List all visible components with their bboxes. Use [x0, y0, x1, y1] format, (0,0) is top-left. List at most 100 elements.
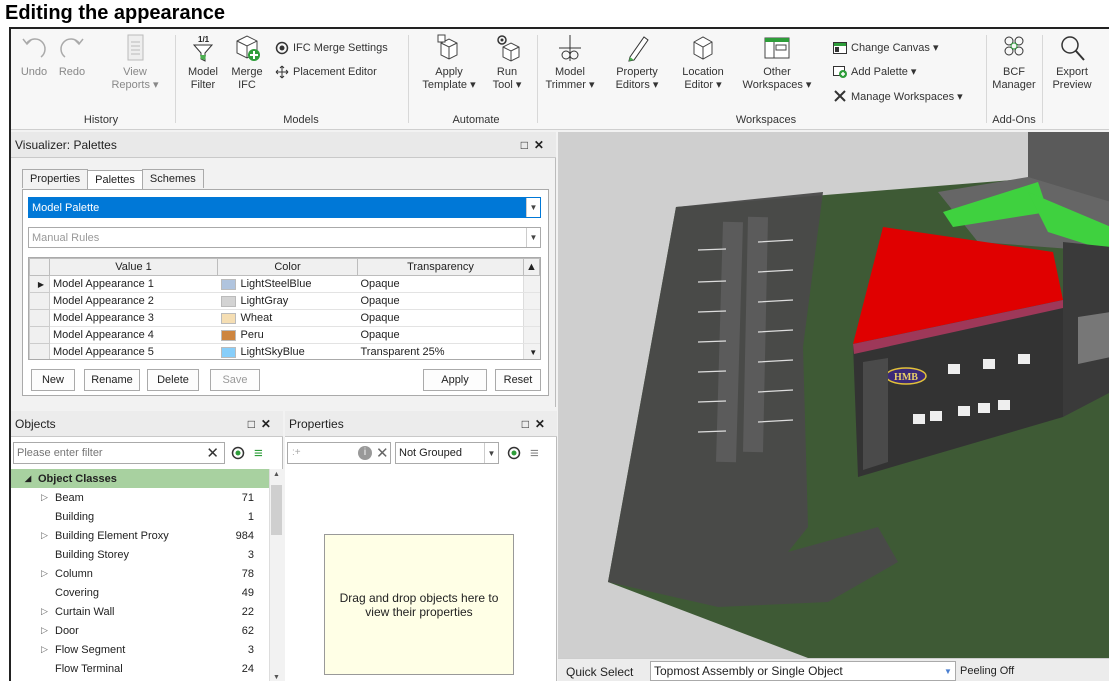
expand-icon[interactable]: ▷ [41, 568, 48, 579]
expand-icon[interactable]: ▷ [41, 606, 48, 617]
grid-scrollbar-track[interactable] [523, 275, 540, 293]
tab-properties[interactable]: Properties [22, 169, 89, 188]
column-header[interactable]: Color [217, 258, 358, 276]
palette-row[interactable]: Model Appearance 3 Wheat Opaque [29, 309, 540, 327]
tree-root-object-classes[interactable]: ◢ Object Classes [11, 469, 276, 488]
column-header[interactable]: Value 1 [49, 258, 218, 276]
tree-item[interactable]: Covering 49 [11, 583, 276, 602]
scroll-up-arrow[interactable]: ▲ [523, 258, 540, 276]
expand-icon[interactable]: ▷ [41, 625, 48, 636]
undo-button[interactable]: Undo [17, 33, 51, 79]
expand-icon[interactable]: ▷ [41, 644, 48, 655]
palette-select[interactable]: Model Palette ▼ [28, 197, 541, 218]
value-cell[interactable]: Model Appearance 5 [49, 343, 218, 359]
ifc-merge-settings-button[interactable]: IFC Merge Settings [275, 41, 388, 55]
scroll-down-arrow[interactable]: ▼ [273, 674, 280, 681]
menu-icon[interactable]: ≡ [254, 445, 263, 462]
color-cell[interactable]: LightGray [217, 292, 358, 310]
model-trimmer-button[interactable]: Model Trimmer ▾ [541, 33, 599, 92]
tree-item[interactable]: ▷ Door 62 [11, 621, 276, 640]
add-palette-button[interactable]: Add Palette ▾ [833, 65, 916, 78]
info-icon[interactable]: i [358, 446, 372, 460]
value-cell[interactable]: Model Appearance 2 [49, 292, 218, 310]
grid-scrollbar-track[interactable]: ▼ [523, 343, 540, 359]
apply-button[interactable]: Apply [423, 369, 487, 391]
tree-scrollbar[interactable]: ▲ ▼ [269, 469, 283, 681]
grid-scrollbar-track[interactable] [523, 326, 540, 344]
transparency-cell[interactable]: Opaque [357, 292, 524, 310]
merge-ifc-button[interactable]: Merge IFC [227, 33, 267, 92]
peeling-status[interactable]: Peeling Off [960, 665, 1014, 677]
tree-item[interactable]: ▷ Curtain Wall 22 [11, 602, 276, 621]
model-filter-button[interactable]: 1/1 Model Filter [183, 33, 223, 92]
property-editors-button[interactable]: Property Editors ▾ [607, 33, 667, 92]
reset-button[interactable]: Reset [495, 369, 541, 391]
quick-select-dropdown[interactable]: Topmost Assembly or Single Object ▼ [650, 661, 956, 681]
view-reports-button[interactable]: View Reports ▾ [109, 33, 161, 92]
grid-scrollbar-track[interactable] [523, 292, 540, 310]
location-editor-button[interactable]: Location Editor ▾ [673, 33, 733, 92]
column-header[interactable]: Transparency [357, 258, 524, 276]
panel-window-controls[interactable]: □✕ [522, 417, 551, 431]
tree-item[interactable]: Building 1 [11, 507, 276, 526]
settings-gear-icon[interactable] [231, 446, 245, 460]
transparency-cell[interactable]: Opaque [357, 326, 524, 344]
menu-icon[interactable]: ≡ [530, 445, 539, 462]
palette-row[interactable]: ▶ Model Appearance 1 LightSteelBlue Opaque [29, 275, 540, 293]
row-selector[interactable] [29, 292, 50, 310]
transparency-cell[interactable]: Transparent 25% [357, 343, 524, 359]
save-button[interactable]: Save [210, 369, 260, 391]
transparency-cell[interactable]: Opaque [357, 275, 524, 293]
tree-item[interactable]: ▷ Flow Segment 3 [11, 640, 276, 659]
run-tool-button[interactable]: Run Tool ▾ [485, 33, 529, 92]
scroll-up-arrow[interactable]: ▲ [273, 471, 280, 478]
properties-dropzone[interactable]: Drag and drop objects here to view their… [324, 534, 514, 675]
export-preview-button[interactable]: Export Preview [1047, 33, 1097, 92]
placement-editor-button[interactable]: Placement Editor [275, 65, 377, 79]
tree-item[interactable]: ▷ Building Element Proxy 984 [11, 526, 276, 545]
tab-schemes[interactable]: Schemes [141, 169, 204, 188]
expand-icon[interactable]: ▷ [41, 530, 48, 541]
color-cell[interactable]: Wheat [217, 309, 358, 327]
rules-select[interactable]: Manual Rules ▼ [28, 227, 541, 248]
grouping-select[interactable]: Not Grouped ▼ [395, 442, 499, 464]
object-filter-field[interactable]: ✕ [13, 442, 225, 464]
property-search-field[interactable]: :+ i ✕ [287, 442, 391, 464]
value-cell[interactable]: Model Appearance 4 [49, 326, 218, 344]
tree-item[interactable]: Building Storey 3 [11, 545, 276, 564]
settings-gear-icon[interactable] [507, 446, 521, 460]
grid-scrollbar-track[interactable] [523, 309, 540, 327]
color-cell[interactable]: Peru [217, 326, 358, 344]
value-cell[interactable]: Model Appearance 3 [49, 309, 218, 327]
palette-row[interactable]: Model Appearance 2 LightGray Opaque [29, 292, 540, 310]
transparency-cell[interactable]: Opaque [357, 309, 524, 327]
row-selector[interactable] [29, 343, 50, 359]
change-canvas-button[interactable]: Change Canvas ▾ [833, 41, 938, 54]
color-cell[interactable]: LightSkyBlue [217, 343, 358, 359]
delete-button[interactable]: Delete [147, 369, 199, 391]
other-workspaces-button[interactable]: Other Workspaces ▾ [739, 33, 815, 92]
row-selector[interactable] [29, 326, 50, 344]
panel-window-controls[interactable]: □✕ [248, 417, 277, 431]
rename-button[interactable]: Rename [84, 369, 140, 391]
row-selector[interactable] [29, 309, 50, 327]
redo-button[interactable]: Redo [55, 33, 89, 79]
color-cell[interactable]: LightSteelBlue [217, 275, 358, 293]
apply-template-button[interactable]: Apply Template ▾ [419, 33, 479, 92]
object-filter-input[interactable] [17, 447, 197, 459]
tab-palettes[interactable]: Palettes [87, 170, 143, 189]
scroll-thumb[interactable] [271, 485, 282, 535]
palette-row[interactable]: Model Appearance 4 Peru Opaque [29, 326, 540, 344]
tree-item[interactable]: ▷ Column 78 [11, 564, 276, 583]
value-cell[interactable]: Model Appearance 1 [49, 275, 218, 293]
manage-workspaces-button[interactable]: Manage Workspaces ▾ [833, 89, 963, 103]
bcf-manager-button[interactable]: BCF Manager [991, 33, 1037, 92]
palette-row[interactable]: Model Appearance 5 LightSkyBlue Transparen… [29, 343, 540, 359]
clear-icon[interactable]: ✕ [206, 444, 219, 462]
expand-icon[interactable]: ▷ [41, 492, 48, 503]
3d-viewport[interactable]: HMB [558, 132, 1109, 658]
clear-icon[interactable]: ✕ [376, 444, 389, 462]
panel-window-controls[interactable]: □✕ [521, 138, 550, 152]
tree-item[interactable]: ▷ Beam 71 [11, 488, 276, 507]
tree-item[interactable]: Flow Terminal 24 [11, 659, 276, 678]
